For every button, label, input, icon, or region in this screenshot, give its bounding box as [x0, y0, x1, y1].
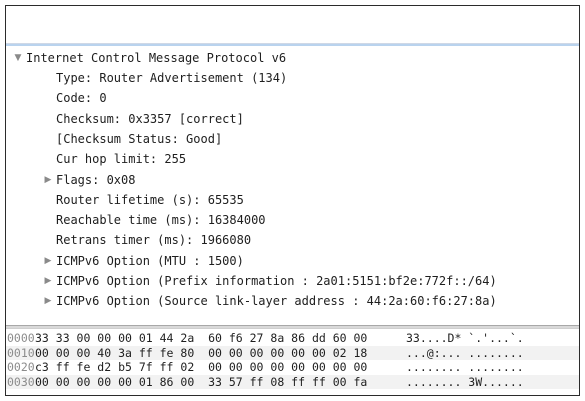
- selection-indicator: [6, 44, 579, 46]
- hex-row[interactable]: 0030 00 00 00 00 00 01 86 00 33 57 ff 08 …: [6, 374, 579, 389]
- field-label: Cur hop limit: 255: [56, 152, 187, 167]
- hex-bytes[interactable]: c3 ff fe d2 b5 7f ff 02 00 00 00 00 00 0…: [35, 360, 367, 374]
- field-label: [Checksum Status: Good]: [56, 131, 223, 146]
- hex-row[interactable]: 0020 c3 ff fe d2 b5 7f ff 02 00 00 00 00 …: [6, 360, 579, 374]
- hex-bytes[interactable]: 33 33 00 00 00 01 44 2a 60 f6 27 8a 86 d…: [35, 331, 367, 345]
- tree-row-field[interactable]: ▶ ICMPv6 Option (MTU : 1500): [6, 251, 579, 271]
- tree-row-field[interactable]: Type: Router Advertisement (134): [6, 68, 579, 88]
- triangle-down-icon[interactable]: ▼: [12, 48, 24, 68]
- packet-details-pane[interactable]: ▼ Internet Control Message Protocol v6 T…: [6, 44, 579, 325]
- triangle-right-icon[interactable]: ▶: [42, 251, 54, 271]
- packet-window: ▼ Internet Control Message Protocol v6 T…: [5, 5, 580, 396]
- hex-offset: 0000: [7, 331, 35, 345]
- hex-ascii[interactable]: ........ ........: [406, 360, 524, 374]
- tree-row-field[interactable]: ▶ ICMPv6 Option (Prefix information : 2a0…: [6, 271, 579, 291]
- hex-row[interactable]: 0010 00 00 00 40 3a ff fe 80 00 00 00 00 …: [6, 345, 579, 360]
- tree-row-field[interactable]: Code: 0: [6, 88, 579, 108]
- field-label: Checksum: 0x3357 [correct]: [56, 111, 244, 126]
- packet-bytes-pane[interactable]: 0000 33 33 00 00 00 01 44 2a 60 f6 27 8a …: [6, 329, 579, 395]
- tree-row-field[interactable]: Retrans timer (ms): 1966080: [6, 230, 579, 250]
- tree-row-field[interactable]: Reachable time (ms): 16384000: [6, 210, 579, 230]
- field-label: Flags: 0x08: [56, 172, 136, 187]
- tree-row-field[interactable]: Cur hop limit: 255: [6, 149, 579, 169]
- triangle-right-icon[interactable]: ▶: [42, 170, 54, 190]
- field-label: Reachable time (ms): 16384000: [56, 213, 266, 228]
- hex-row[interactable]: 0000 33 33 00 00 00 01 44 2a 60 f6 27 8a …: [6, 331, 579, 345]
- field-label: Type: Router Advertisement (134): [56, 71, 288, 85]
- field-label: ICMPv6 Option (Source link-layer address…: [56, 294, 497, 309]
- tree-row-field[interactable]: Checksum: 0x3357 [correct]: [6, 109, 579, 129]
- field-label: ICMPv6 Option (MTU : 1500): [56, 253, 244, 268]
- hex-bytes[interactable]: 00 00 00 00 00 01 86 00 33 57 ff 08 ff f…: [35, 375, 367, 389]
- field-label: Router lifetime (s): 65535: [56, 192, 244, 207]
- field-label: ICMPv6 Option (Prefix information : 2a01…: [56, 274, 497, 288]
- triangle-right-icon[interactable]: ▶: [42, 271, 54, 291]
- tree-row-field[interactable]: Router lifetime (s): 65535: [6, 190, 579, 210]
- hex-bytes[interactable]: 00 00 00 40 3a ff fe 80 00 00 00 00 00 0…: [35, 346, 367, 360]
- triangle-right-icon[interactable]: ▶: [42, 291, 54, 311]
- field-label: Code: 0: [56, 91, 107, 106]
- hex-ascii[interactable]: ...@:... ........: [406, 346, 524, 360]
- tree-row-field[interactable]: [Checksum Status: Good]: [6, 129, 579, 149]
- tree-row-field[interactable]: ▶ Flags: 0x08: [6, 170, 579, 190]
- field-label: Retrans timer (ms): 1966080: [56, 233, 252, 248]
- tree-row-field[interactable]: ▶ ICMPv6 Option (Source link-layer addres…: [6, 291, 579, 311]
- hex-ascii[interactable]: ........ 3W......: [406, 375, 524, 389]
- protocol-label: Internet Control Message Protocol v6: [26, 51, 287, 65]
- packet-list-pane[interactable]: [6, 6, 579, 44]
- hex-offset: 0010: [7, 345, 35, 360]
- hex-offset: 0030: [7, 374, 35, 389]
- hex-offset: 0020: [7, 360, 35, 374]
- tree-row-icmpv6[interactable]: ▼ Internet Control Message Protocol v6: [6, 48, 579, 68]
- hex-ascii[interactable]: 33....D* `.'...`.: [406, 331, 524, 345]
